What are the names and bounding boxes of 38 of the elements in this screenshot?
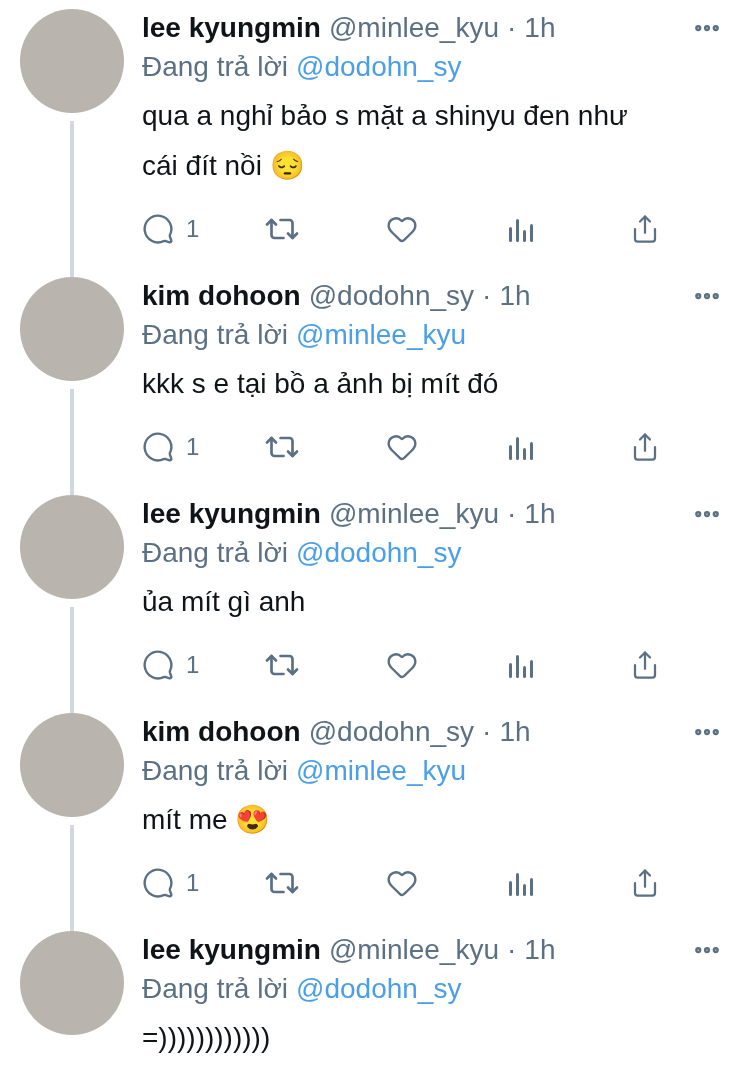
replying-to-label: Đang trả lời (142, 318, 288, 352)
tweet-text: =)))))))))))) (142, 1021, 272, 1055)
user-name[interactable]: kim dohoon (142, 275, 301, 317)
reply-count: 1 (186, 868, 200, 898)
reply-count: 1 (186, 214, 200, 244)
user-name[interactable]: lee kyungmin (142, 929, 321, 971)
user-name[interactable]: kim dohoon (142, 711, 301, 753)
separator-dot: · (507, 497, 517, 531)
separator-dot: · (507, 933, 517, 967)
user-name[interactable]: lee kyungmin (142, 493, 321, 535)
tweet-text: qua a nghỉ bảo s mặt a shinyu đen như cái đít nồi 😔 (142, 99, 629, 183)
reply-icon[interactable] (142, 867, 174, 899)
replying-to-label: Đang trả lời (142, 50, 288, 84)
user-handle: @dodohn_sy (308, 715, 475, 749)
replying-to-label: Đang trả lời (142, 754, 288, 788)
reply-icon[interactable] (142, 431, 174, 463)
separator-dot: · (482, 715, 492, 749)
tweet-text: kkk s e tại bồ a ảnh bị mít đó (142, 367, 500, 401)
replying-to-label: Đang trả lời (142, 972, 288, 1006)
timestamp: 1h (499, 715, 531, 749)
user-handle: @minlee_kyu (328, 497, 499, 531)
replying-to-label: Đang trả lời (142, 536, 288, 570)
timestamp: 1h (524, 933, 556, 967)
user-handle: @minlee_kyu (328, 933, 499, 967)
reply-icon[interactable] (142, 213, 174, 245)
timestamp: 1h (524, 497, 556, 531)
tweet-text: mít me 😍 (142, 803, 272, 837)
user-name[interactable]: lee kyungmin (142, 7, 321, 49)
reply-count: 1 (186, 432, 200, 462)
user-handle: @dodohn_sy (308, 279, 475, 313)
separator-dot: · (482, 279, 492, 313)
reply-icon[interactable] (142, 649, 174, 681)
separator-dot: · (507, 11, 517, 45)
reply-count: 1 (186, 650, 200, 680)
timestamp: 1h (499, 279, 531, 313)
tweet-text: ủa mít gì anh (142, 585, 307, 619)
timestamp: 1h (524, 11, 556, 45)
user-handle: @minlee_kyu (328, 11, 499, 45)
